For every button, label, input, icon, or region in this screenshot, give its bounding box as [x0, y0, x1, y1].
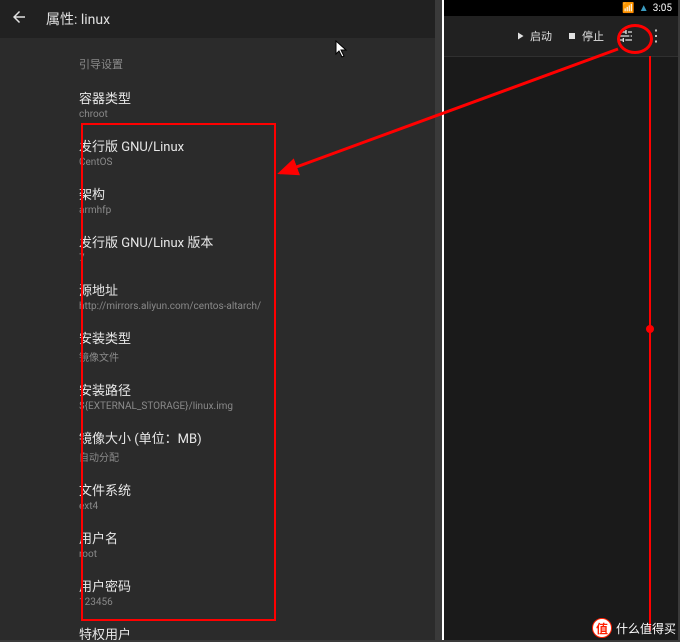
setting-title: 发行版 GNU/Linux 版本 — [79, 232, 435, 251]
setting-value: 镜像文件 — [79, 349, 435, 364]
setting-value: ${EXTERNAL_STORAGE}/linux.img — [79, 401, 435, 412]
setting-title: 文件系统 — [79, 480, 435, 499]
setting-install-path[interactable]: 安装路径 ${EXTERNAL_STORAGE}/linux.img — [55, 372, 435, 420]
properties-panel: 属性: linux 引导设置 容器类型 chroot 发行版 GNU/Linux… — [0, 0, 435, 640]
setting-value: 123456 — [79, 597, 435, 608]
section-label: 引导设置 — [79, 56, 435, 72]
console-area — [444, 56, 678, 640]
runtime-panel: 📶 ▲ 3:05 启动 停止 ⋮ — [442, 0, 678, 640]
watermark-badge: 值 — [592, 618, 612, 638]
setting-title: 用户名 — [79, 528, 435, 547]
setting-distribution[interactable]: 发行版 GNU/Linux CentOS — [55, 128, 435, 176]
setting-title: 容器类型 — [79, 88, 435, 107]
setting-distribution-version[interactable]: 发行版 GNU/Linux 版本 7 — [55, 224, 435, 272]
setting-install-type[interactable]: 安装类型 镜像文件 — [55, 320, 435, 372]
setting-privileged-user[interactable]: 特权用户 android — [55, 616, 435, 640]
setting-password[interactable]: 用户密码 123456 — [55, 568, 435, 616]
status-time: 3:05 — [653, 3, 672, 14]
play-icon — [514, 30, 526, 42]
annotation-scroll-dot — [646, 325, 654, 333]
setting-filesystem[interactable]: 文件系统 ext4 — [55, 472, 435, 520]
stop-button[interactable]: 停止 — [562, 24, 608, 48]
panel-body: 引导设置 容器类型 chroot 发行版 GNU/Linux CentOS 架构… — [0, 38, 435, 640]
setting-title: 安装类型 — [79, 328, 435, 347]
setting-image-size[interactable]: 镜像大小 (单位：MB) 自动分配 — [55, 420, 435, 472]
toolbar: 启动 停止 ⋮ — [444, 16, 678, 56]
setting-container-type[interactable]: 容器类型 chroot — [55, 80, 435, 128]
setting-title: 发行版 GNU/Linux — [79, 136, 435, 155]
signal-icon: 📶 — [622, 3, 634, 14]
setting-source-url[interactable]: 源地址 http://mirrors.aliyun.com/centos-alt… — [55, 272, 435, 320]
setting-title: 特权用户 — [79, 624, 435, 640]
stop-label: 停止 — [582, 28, 604, 44]
setting-value: http://mirrors.aliyun.com/centos-altarch… — [79, 301, 435, 312]
setting-value: ext4 — [79, 501, 435, 512]
more-vert-icon: ⋮ — [648, 26, 664, 45]
start-button[interactable]: 启动 — [510, 24, 556, 48]
panel-header: 属性: linux — [0, 0, 435, 38]
setting-username[interactable]: 用户名 root — [55, 520, 435, 568]
watermark-text: 什么值得买 — [616, 620, 676, 637]
watermark: 值 什么值得买 — [592, 618, 676, 638]
panel-title: 属性: linux — [46, 9, 110, 29]
setting-value: 7 — [79, 253, 435, 264]
more-button[interactable]: ⋮ — [644, 28, 668, 44]
setting-title: 用户密码 — [79, 576, 435, 595]
status-bar: 📶 ▲ 3:05 — [444, 0, 678, 16]
setting-value: armhfp — [79, 205, 435, 216]
settings-button[interactable] — [614, 24, 638, 48]
setting-title: 源地址 — [79, 280, 435, 299]
setting-title: 安装路径 — [79, 380, 435, 399]
annotation-scroll-line — [649, 56, 651, 631]
stop-icon — [566, 30, 578, 42]
setting-value: 自动分配 — [79, 449, 435, 464]
setting-title: 镜像大小 (单位：MB) — [79, 428, 435, 447]
setting-architecture[interactable]: 架构 armhfp — [55, 176, 435, 224]
setting-value: chroot — [79, 109, 435, 120]
setting-title: 架构 — [79, 184, 435, 203]
network-icon: ▲ — [639, 3, 649, 14]
sliders-icon — [618, 28, 634, 44]
back-icon[interactable] — [10, 8, 28, 30]
setting-value: CentOS — [79, 157, 435, 168]
setting-value: root — [79, 549, 435, 560]
start-label: 启动 — [530, 28, 552, 44]
